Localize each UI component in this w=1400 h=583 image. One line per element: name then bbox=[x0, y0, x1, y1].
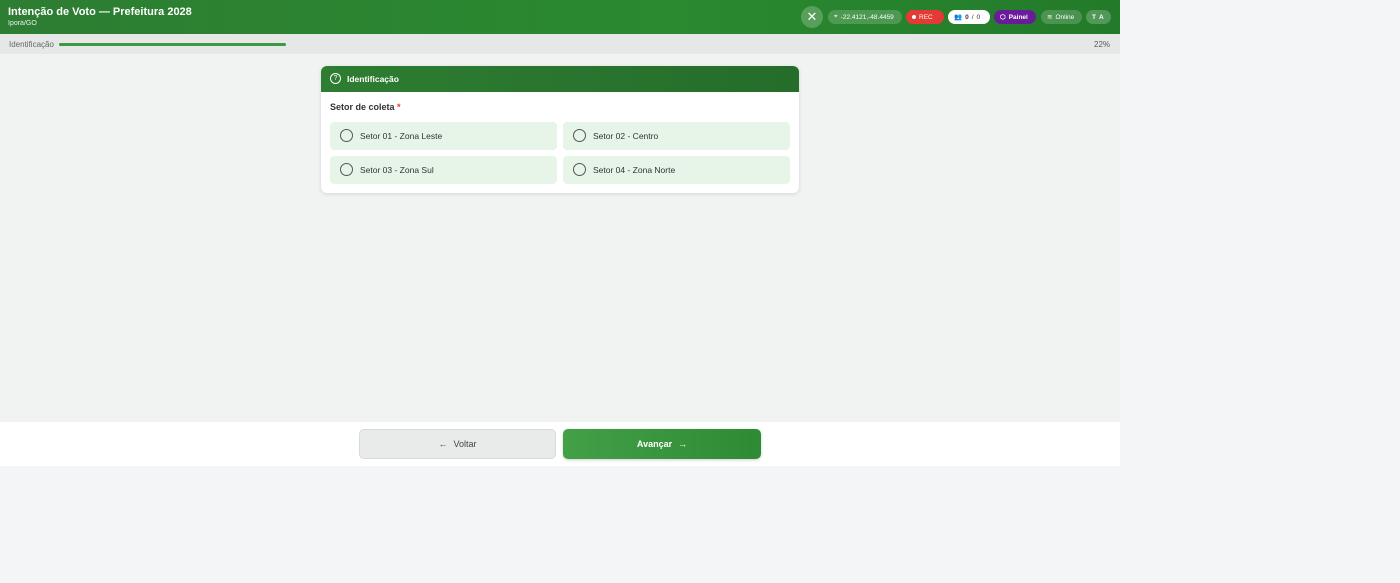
footer-nav: ← Voltar Avançar → bbox=[0, 422, 1120, 466]
back-label: Voltar bbox=[453, 439, 477, 449]
radio-icon bbox=[340, 163, 353, 176]
app-title: Intenção de Voto — Prefeitura 2028 bbox=[8, 6, 192, 18]
dashboard-icon: ⬡ bbox=[1000, 14, 1006, 21]
people-icon: 👥 bbox=[954, 14, 963, 21]
card-title: Identificação bbox=[347, 74, 399, 84]
question-text: Setor de coleta bbox=[330, 102, 395, 112]
question-card: ? Identificação Setor de coleta * Setor … bbox=[321, 66, 799, 193]
option-label: Setor 02 - Centro bbox=[593, 131, 659, 141]
radio-icon bbox=[340, 129, 353, 142]
online-label: Online bbox=[1055, 13, 1075, 21]
gps-coordinates-text: -22.4121,-48.4459 bbox=[840, 13, 894, 21]
question-label: Setor de coleta * bbox=[330, 102, 401, 112]
crosshair-icon: ⌖ bbox=[834, 13, 838, 20]
close-icon: ✕ bbox=[806, 9, 818, 24]
option-label: Setor 03 - Zona Sul bbox=[360, 165, 434, 175]
progress-bar-fill bbox=[59, 43, 286, 46]
count-total: 0 bbox=[976, 13, 981, 21]
arrow-right-icon: → bbox=[678, 439, 688, 449]
option-setor-04[interactable]: Setor 04 - Zona Norte bbox=[563, 156, 790, 184]
radio-icon bbox=[573, 163, 586, 176]
wifi-icon: ≋ bbox=[1047, 14, 1053, 21]
option-label: Setor 04 - Zona Norte bbox=[593, 165, 676, 175]
required-mark: * bbox=[397, 102, 401, 112]
painel-label: Painel bbox=[1008, 13, 1028, 21]
option-setor-03[interactable]: Setor 03 - Zona Sul bbox=[330, 156, 557, 184]
back-button[interactable]: ← Voltar bbox=[359, 429, 556, 459]
painel-button[interactable]: ⬡ Painel bbox=[994, 10, 1036, 24]
progress-step-label: Identificação bbox=[9, 40, 54, 49]
option-setor-02[interactable]: Setor 02 - Centro bbox=[563, 122, 790, 150]
card-header: ? Identificação bbox=[321, 66, 799, 92]
radio-icon bbox=[573, 129, 586, 142]
record-button[interactable]: REC bbox=[906, 10, 944, 24]
online-status-badge: ≋ Online bbox=[1041, 10, 1082, 24]
help-icon: ? bbox=[330, 73, 341, 84]
text-size-label: A bbox=[1098, 13, 1104, 21]
progress-percent: 22% bbox=[1094, 40, 1111, 49]
progress-bar bbox=[59, 43, 1089, 46]
text-size-icon: T bbox=[1092, 13, 1096, 21]
count-completed: 0 bbox=[965, 13, 969, 21]
arrow-left-icon: ← bbox=[438, 439, 448, 449]
next-button[interactable]: Avançar → bbox=[563, 429, 761, 459]
interview-count-badge: 👥 0 / 0 bbox=[948, 10, 990, 24]
option-label: Setor 01 - Zona Leste bbox=[360, 131, 443, 141]
close-button[interactable]: ✕ bbox=[801, 6, 823, 28]
progress-section: Identificação 22% bbox=[0, 34, 1120, 54]
gps-coordinates-badge: ⌖ -22.4121,-48.4459 bbox=[828, 10, 902, 24]
survey-app: Intenção de Voto — Prefeitura 2028 Iporá… bbox=[0, 0, 1120, 466]
top-bar: Intenção de Voto — Prefeitura 2028 Iporá… bbox=[0, 0, 1120, 34]
text-size-button[interactable]: T A bbox=[1086, 10, 1111, 24]
record-dot-icon bbox=[912, 15, 916, 19]
app-subtitle: Iporá/GO bbox=[8, 20, 37, 27]
option-setor-01[interactable]: Setor 01 - Zona Leste bbox=[330, 122, 557, 150]
count-separator: / bbox=[971, 13, 974, 21]
record-label: REC bbox=[919, 13, 933, 21]
next-label: Avançar bbox=[636, 439, 673, 449]
